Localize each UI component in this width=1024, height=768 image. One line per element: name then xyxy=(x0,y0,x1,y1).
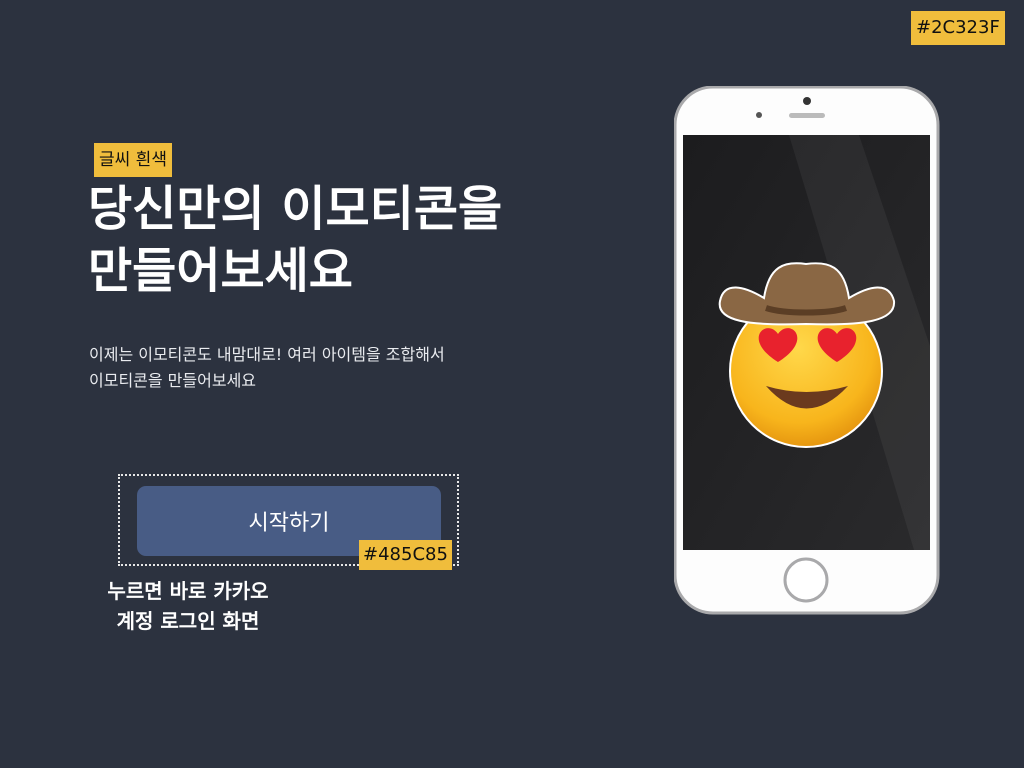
button-action-note: 누르면 바로 카카오 계정 로그인 화면 xyxy=(88,576,288,636)
description-line-1: 이제는 이모티콘도 내맘대로! 여러 아이템을 조합해서 xyxy=(89,345,445,364)
description-line-2: 이모티콘을 만들어보세요 xyxy=(89,371,257,390)
note-line-1: 누르면 바로 카카오 xyxy=(107,579,269,603)
button-color-annotation: #485C85 xyxy=(359,540,452,570)
page-title: 당신만의 이모티콘을 만들어보세요 xyxy=(88,178,502,302)
speaker-icon xyxy=(789,113,825,118)
home-button xyxy=(783,557,829,603)
camera-icon xyxy=(803,97,811,105)
description: 이제는 이모티콘도 내맘대로! 여러 아이템을 조합해서 이모티콘을 만들어보세… xyxy=(89,342,445,394)
phone-mockup xyxy=(674,86,940,615)
title-line-1: 당신만의 이모티콘을 xyxy=(88,181,503,237)
background-color-annotation: #2C323F xyxy=(911,11,1005,45)
sensor-icon xyxy=(756,112,762,118)
note-line-2: 계정 로그인 화면 xyxy=(116,609,260,633)
text-color-annotation: 글씨 흰색 xyxy=(94,143,172,177)
title-line-2: 만들어보세요 xyxy=(88,243,353,299)
